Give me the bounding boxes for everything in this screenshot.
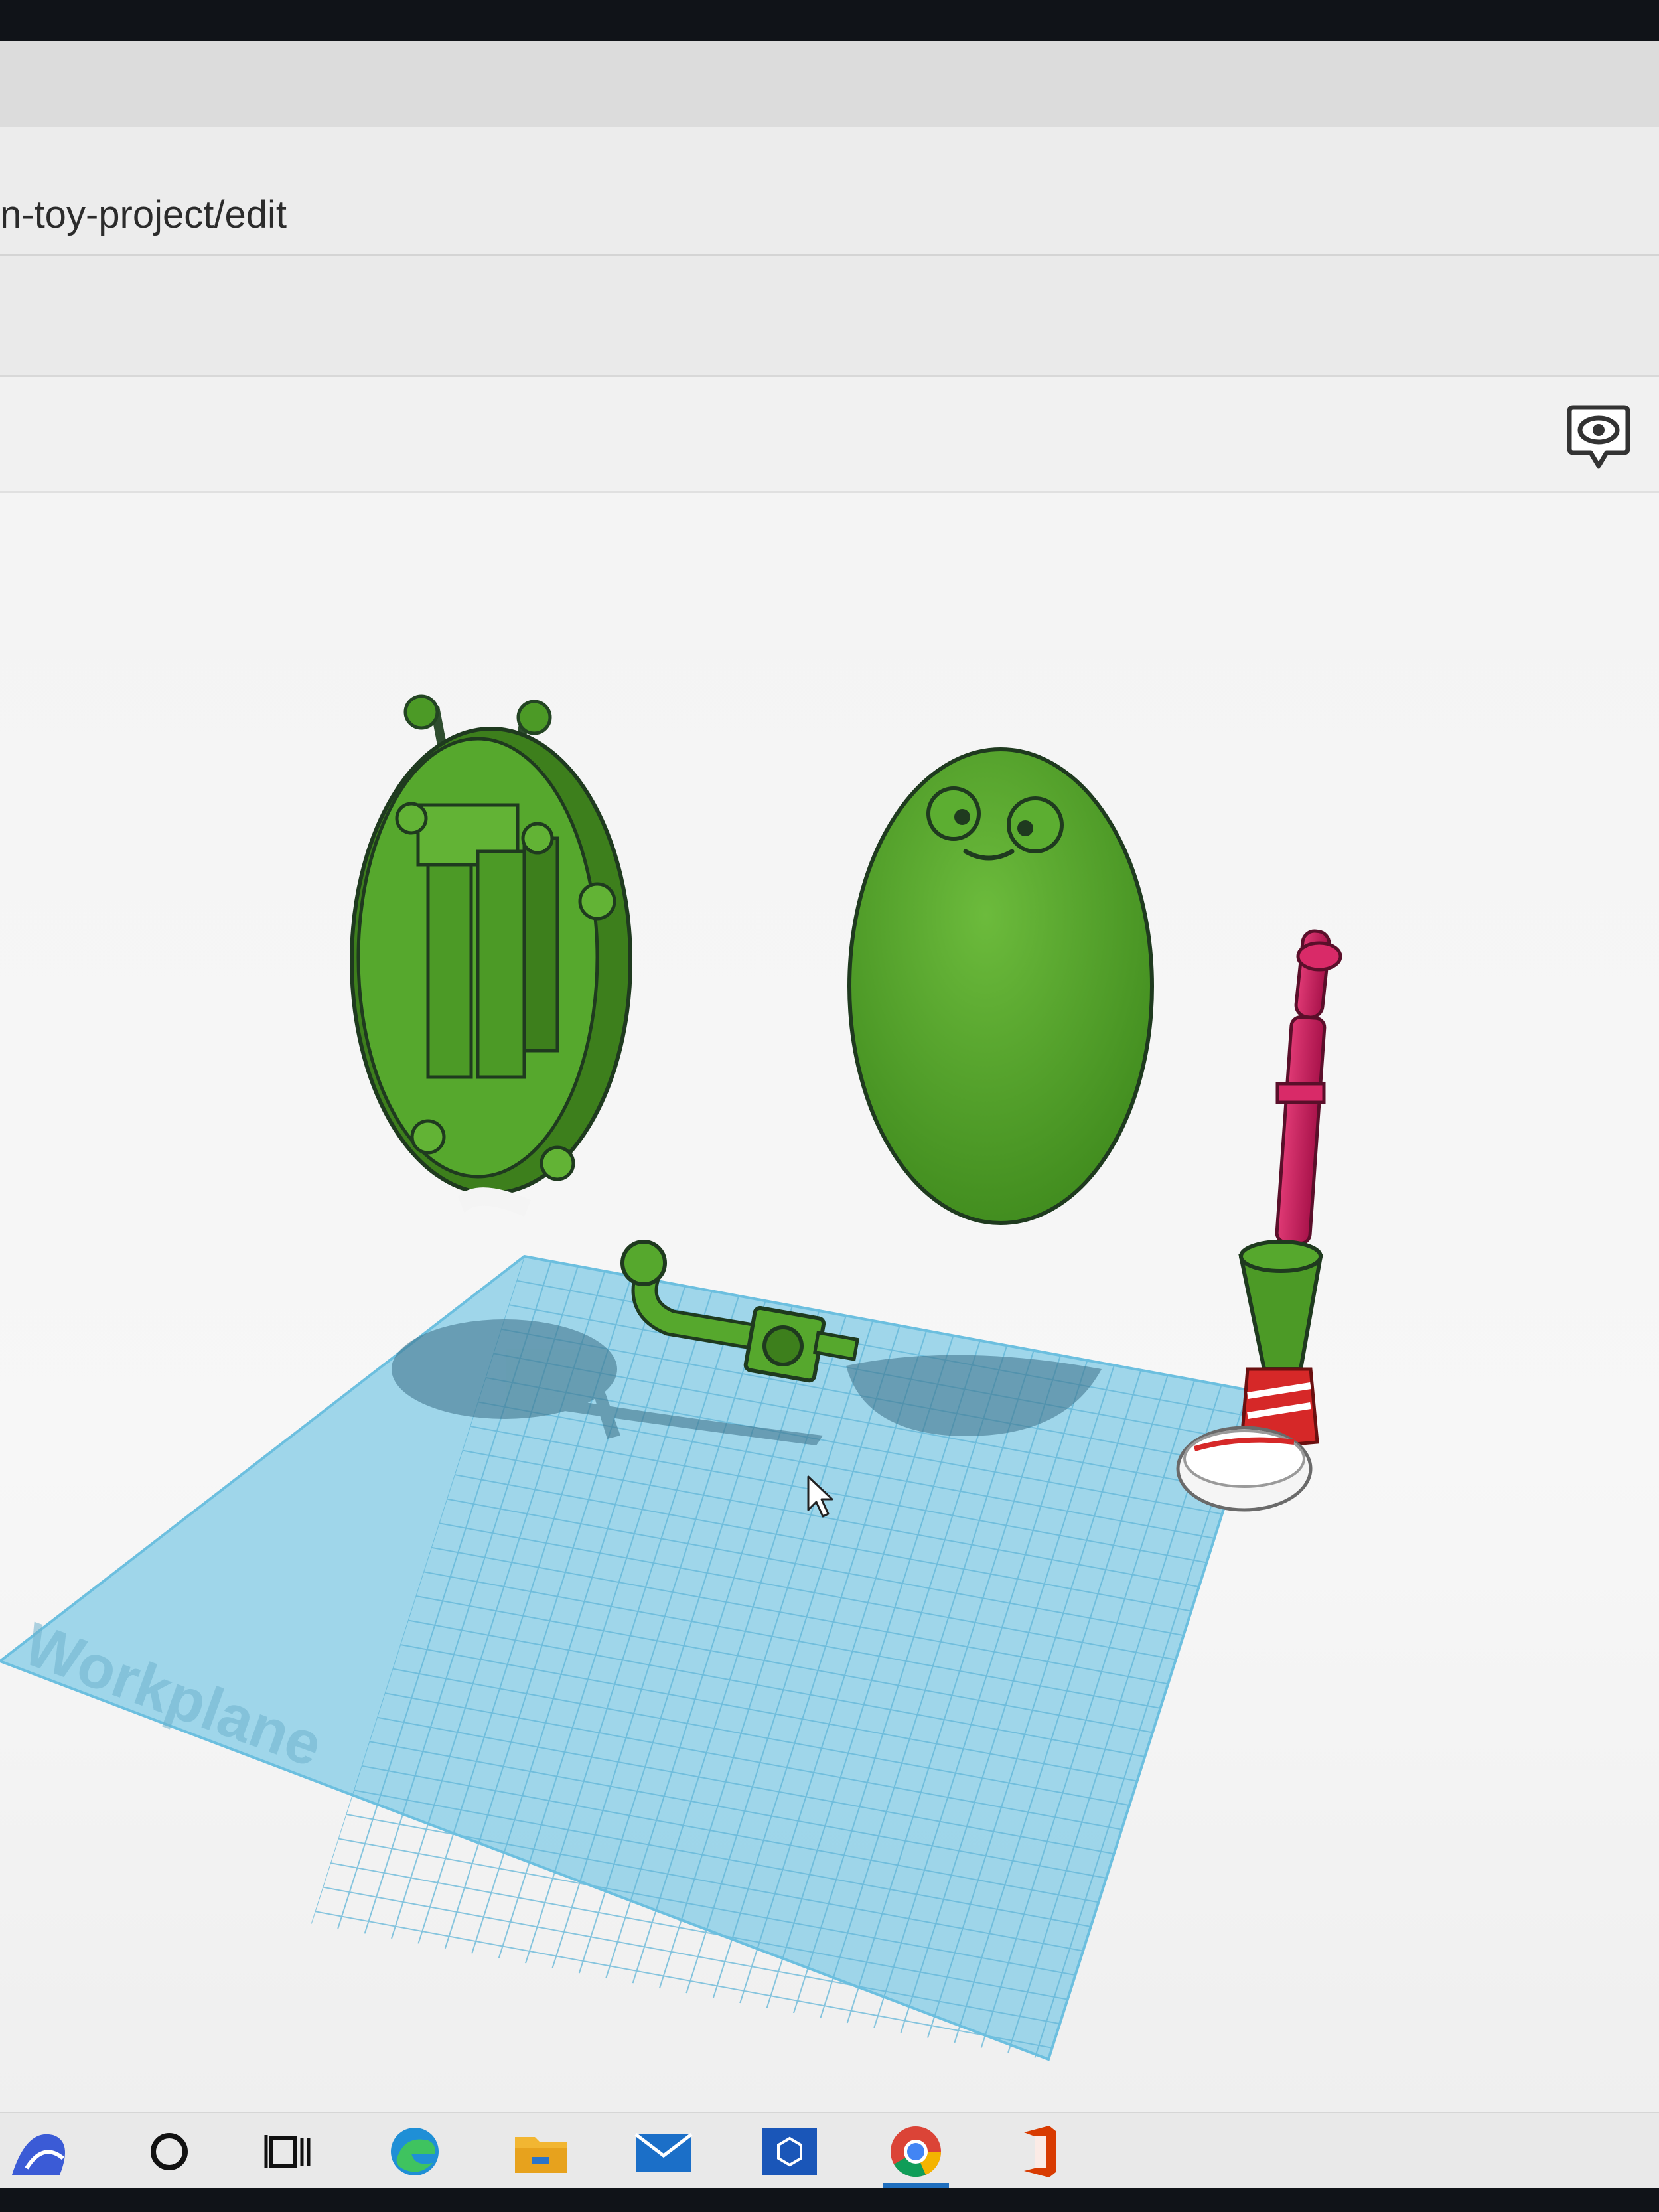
chrome-icon[interactable] (879, 2120, 952, 2188)
mail-icon[interactable] (627, 2120, 700, 2183)
editor-toolbar (0, 377, 1659, 493)
eye-speech-bubble-icon (1567, 405, 1630, 469)
browser-address-bar[interactable]: n-toy-project/edit (0, 127, 1659, 256)
task-view-icon[interactable] (252, 2120, 325, 2183)
body-back-shell[interactable] (350, 694, 632, 1217)
office-icon[interactable] (1002, 2120, 1075, 2183)
scene-canvas[interactable]: Workplane (0, 493, 1659, 2112)
url-text[interactable]: n-toy-project/edit (0, 192, 287, 237)
3d-viewport[interactable]: Workplane (0, 493, 1659, 2112)
browser-bookmarks-area (0, 256, 1659, 377)
monitor-screen: n-toy-project/edit Workplane (0, 41, 1659, 2188)
file-explorer-icon[interactable] (504, 2120, 577, 2183)
cortana-search-icon[interactable] (133, 2120, 206, 2183)
browser-tab-strip (0, 41, 1659, 127)
view-toggle-button[interactable] (1562, 397, 1635, 477)
body-front-face[interactable] (847, 747, 1154, 1225)
windows-taskbar (0, 2112, 1659, 2188)
edge-icon[interactable] (378, 2120, 451, 2183)
start-app-icon[interactable] (7, 2120, 80, 2183)
store-app-icon[interactable] (753, 2120, 826, 2183)
